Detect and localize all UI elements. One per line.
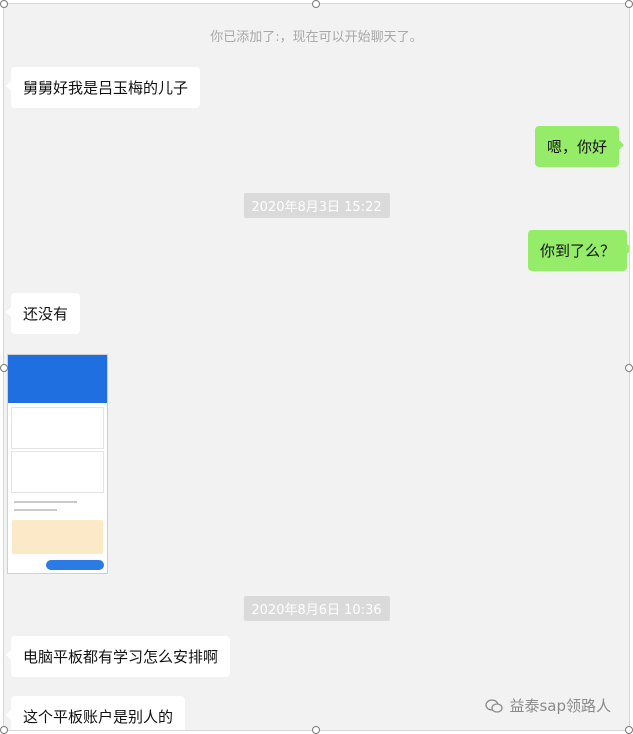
message-bubble[interactable]: 这个平板账户是别人的 <box>5 696 186 730</box>
thumbnail-banner <box>12 520 103 554</box>
thumbnail-card <box>11 451 104 493</box>
selection-handle[interactable] <box>625 364 633 372</box>
thumbnail-button <box>46 560 104 570</box>
thumbnail-header <box>8 355 107 403</box>
selection-handle[interactable] <box>0 364 8 372</box>
selection-handle[interactable] <box>312 726 320 734</box>
selection-handle[interactable] <box>0 726 8 734</box>
watermark: 益泰sap领路人 <box>485 695 611 716</box>
message-bubble[interactable]: 电脑平板都有学习怎么安排啊 <box>5 636 231 677</box>
message-bubble[interactable]: 舅舅好我是吕玉梅的儿子 <box>5 67 201 108</box>
selection-handle[interactable] <box>312 0 320 8</box>
image-message-thumbnail[interactable] <box>7 354 108 574</box>
chat-window: 你已添加了:，现在可以开始聊天了。 舅舅好我是吕玉梅的儿子 嗯，你好 2020年… <box>3 3 630 731</box>
thumbnail-line <box>14 509 57 511</box>
thumbnail-line <box>14 501 77 503</box>
selection-handle[interactable] <box>625 0 633 8</box>
timestamp: 2020年8月6日 10:36 <box>243 596 390 621</box>
system-message: 你已添加了:，现在可以开始聊天了。 <box>210 30 423 45</box>
message-bubble[interactable]: 嗯，你好 <box>534 126 625 167</box>
selection-handle[interactable] <box>0 0 8 8</box>
message-bubble[interactable]: 还没有 <box>5 293 81 334</box>
thumbnail-card <box>11 407 104 449</box>
message-bubble[interactable]: 你到了么？ <box>527 230 629 271</box>
watermark-text: 益泰sap领路人 <box>509 697 611 715</box>
wechat-icon <box>485 698 504 713</box>
timestamp: 2020年8月3日 15:22 <box>243 193 390 218</box>
selection-handle[interactable] <box>625 726 633 734</box>
